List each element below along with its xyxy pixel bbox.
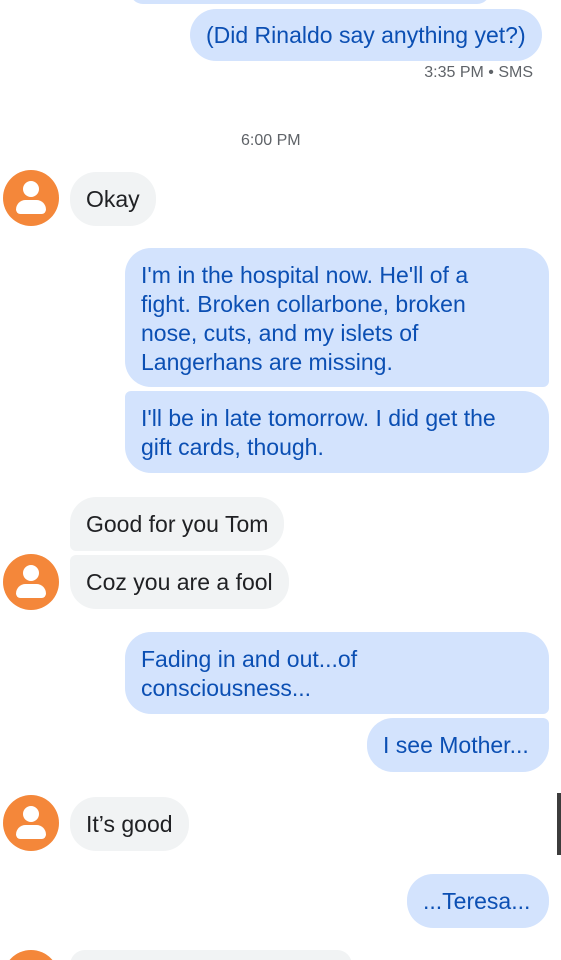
message-text: (Did Rinaldo say anything yet?)	[206, 21, 526, 48]
message-text: Okay	[86, 185, 140, 212]
contact-avatar[interactable]	[3, 795, 59, 851]
person-icon	[23, 806, 39, 822]
contact-avatar[interactable]	[3, 554, 59, 610]
person-icon	[23, 181, 39, 197]
message-bubble-outgoing[interactable]: I see Mother...	[367, 718, 549, 772]
message-bubble-incoming[interactable]: Good for you Tom	[70, 497, 285, 551]
message-text-line: Fading in and out...of	[141, 646, 358, 672]
message-timestamp: 3:35 PM • SMS	[424, 64, 533, 81]
message-text-line: I'm in the hospital now. He'll of a	[141, 262, 469, 288]
message-text-line: gift cards, though.	[141, 434, 324, 460]
message-text: I see Mother...	[383, 731, 529, 758]
message-bubble-outgoing[interactable]: (Did Rinaldo say anything yet?)	[190, 9, 542, 61]
message-bubble-outgoing-partial[interactable]	[130, 0, 490, 4]
message-text-line: nose, cuts, and my islets of	[141, 320, 419, 346]
message-text-line: I'll be in late tomorrow. I did get the	[141, 405, 496, 431]
message-bubble-outgoing[interactable]: ...Teresa...	[407, 874, 549, 928]
contact-avatar[interactable]	[3, 950, 59, 960]
time-divider: 6:00 PM	[241, 132, 301, 149]
message-text: Good for you Tom	[86, 510, 269, 537]
message-bubble-incoming[interactable]: Coz you are a fool	[70, 555, 289, 609]
message-text-line: consciousness...	[141, 675, 312, 701]
message-text-line: Langerhans are missing.	[141, 349, 393, 375]
message-text: It’s good	[86, 810, 173, 837]
message-bubble-outgoing[interactable]: Fading in and out...of consciousness...	[125, 632, 549, 714]
message-bubble-incoming-partial[interactable]	[70, 950, 352, 960]
message-text: Coz you are a fool	[86, 568, 273, 595]
message-text: ...Teresa...	[423, 887, 531, 914]
message-text-line: fight. Broken collarbone, broken	[141, 291, 466, 317]
message-bubble-incoming[interactable]: It’s good	[70, 797, 189, 851]
message-bubble-outgoing[interactable]: I'll be in late tomorrow. I did get the …	[125, 391, 549, 473]
person-icon	[23, 565, 39, 581]
message-bubble-outgoing[interactable]: I'm in the hospital now. He'll of a figh…	[125, 248, 549, 387]
conversation-view: (Did Rinaldo say anything yet?) 3:35 PM …	[0, 0, 561, 960]
contact-avatar[interactable]	[3, 170, 59, 226]
message-bubble-incoming[interactable]: Okay	[70, 172, 156, 226]
scrollbar-thumb[interactable]	[557, 793, 561, 855]
